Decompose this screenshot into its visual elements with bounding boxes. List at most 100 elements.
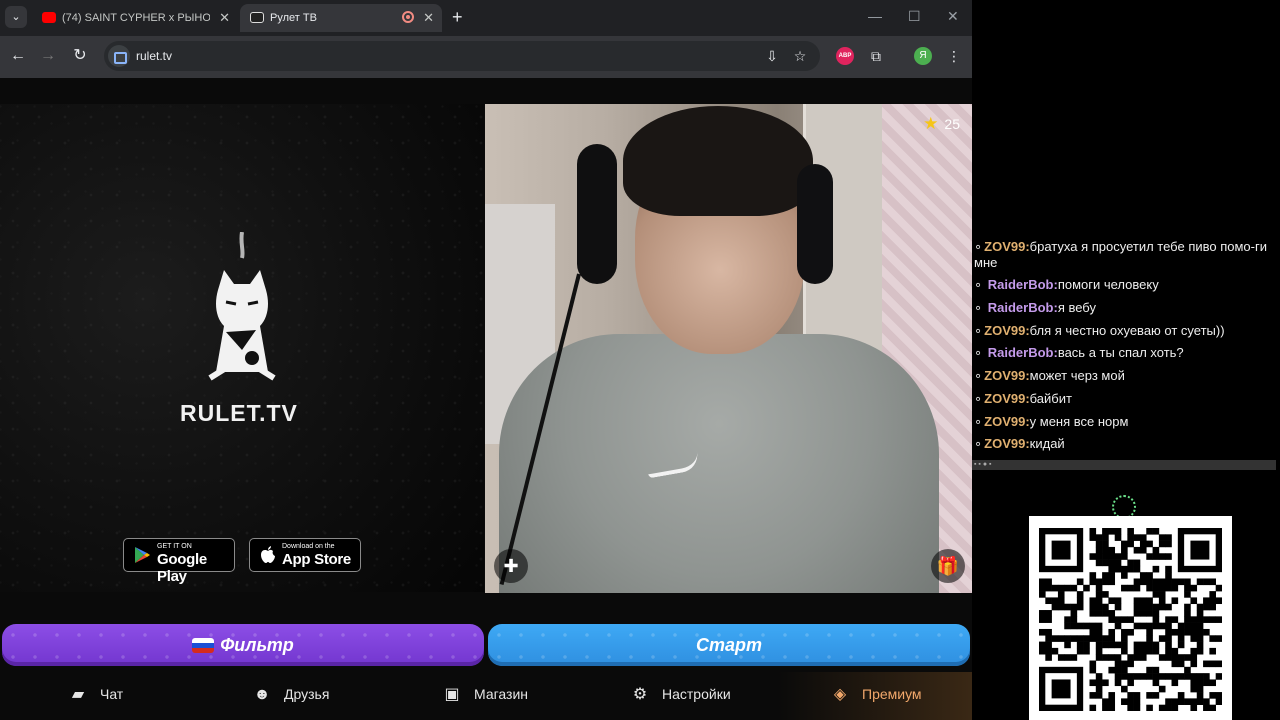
- bottom-nav: ▰ Чат ☻ Друзья ▣ Магазин ⚙ Настройки ◈ Премиу…: [0, 672, 972, 720]
- bullet-icon: ∘: [974, 239, 983, 254]
- reload-button[interactable]: ↻: [70, 46, 90, 66]
- store-big-text: Google Play: [157, 551, 207, 585]
- chat-text: байбит: [1029, 391, 1072, 406]
- star-count: ★ 25: [923, 114, 960, 134]
- bullet-icon: ∘: [974, 368, 983, 383]
- store-small-text: GET IT ON: [157, 543, 192, 550]
- chat-text: бля я честно охуеваю от суеты)): [1029, 323, 1225, 338]
- start-label: Старт: [695, 635, 762, 655]
- chat-message: ∘ ZOV99:у меня все норм: [974, 414, 1272, 430]
- chat-text: кидай: [1029, 436, 1065, 451]
- store-small-text: Download on the: [282, 543, 335, 550]
- star-count-value: 25: [944, 116, 960, 132]
- nav-label: Премиум: [862, 686, 922, 702]
- qr-code-image: [1039, 528, 1222, 711]
- close-icon[interactable]: ✕: [423, 10, 434, 26]
- bullet-icon: ∘: [974, 391, 983, 406]
- gift-icon[interactable]: 🎁: [931, 549, 965, 583]
- close-icon[interactable]: ✕: [219, 10, 230, 26]
- browser-chrome: ⌄ (74) SAINT CYPHER x РЫНОЧН ✕ Рулет ТВ …: [0, 0, 972, 78]
- cat-logo: [208, 232, 276, 381]
- recording-icon: [402, 11, 414, 23]
- window-close-button[interactable]: ✕: [947, 8, 959, 25]
- chat-message: ∘ ZOV99:братуха я просуетил тебе пиво пом…: [974, 239, 1272, 271]
- bullet-icon: ∘: [974, 323, 983, 338]
- tab-youtube[interactable]: (74) SAINT CYPHER x РЫНОЧН ✕: [32, 4, 238, 32]
- tab-title: (74) SAINT CYPHER x РЫНОЧН: [62, 12, 210, 24]
- adblock-icon[interactable]: ABP: [836, 47, 854, 65]
- chat-text: я вебу: [1057, 300, 1096, 315]
- person-body: [499, 334, 939, 593]
- extensions-icon[interactable]: ⧉: [866, 46, 886, 66]
- video-feed: ★ 25 ✚ 🎁: [485, 104, 972, 593]
- store-big-text: App Store: [282, 551, 351, 568]
- chat-nick: ZOV99:: [984, 323, 1030, 338]
- chat-message: ∘ ZOV99:байбит: [974, 391, 1272, 407]
- nav-settings[interactable]: ⚙ Настройки: [630, 682, 731, 706]
- menu-icon[interactable]: ⋮: [944, 46, 964, 66]
- chat-status-bar: ▪ ▪ ● ▪: [972, 460, 1276, 470]
- status-icons: ▪ ▪ ● ▪: [974, 461, 992, 468]
- chat-message: ∘ RaiderBob:помоги человеку: [974, 277, 1272, 293]
- nav-friends[interactable]: ☻ Друзья: [252, 682, 330, 706]
- bullet-icon: ∘: [974, 300, 986, 315]
- chat-nick: RaiderBob:: [987, 277, 1058, 292]
- chat-message: ∘ ZOV99:кидай: [974, 436, 1272, 452]
- nav-shop[interactable]: ▣ Магазин: [442, 682, 528, 706]
- nav-label: Чат: [100, 686, 124, 702]
- chat-message: ∘ RaiderBob:я вебу: [974, 300, 1272, 316]
- stream-overlay: ∘ ZOV99:братуха я просуетил тебе пиво пом…: [972, 0, 1280, 720]
- nav-premium[interactable]: ◈ Премиум: [830, 682, 922, 706]
- filter-button[interactable]: Фильтр: [2, 624, 484, 666]
- bullet-icon: ∘: [974, 414, 983, 429]
- friends-icon: ☻: [253, 686, 271, 703]
- tab-search-button[interactable]: ⌄: [5, 6, 27, 28]
- apple-icon: [261, 546, 275, 563]
- tab-title: Рулет ТВ: [270, 12, 317, 24]
- app-store-badge[interactable]: Download on the App Store: [249, 538, 361, 572]
- headphones: [797, 164, 833, 284]
- chat-text: вась а ты спал хоть?: [1057, 345, 1184, 360]
- russian-flag-icon: [192, 638, 215, 653]
- back-button[interactable]: ←: [8, 46, 28, 66]
- headphones: [577, 144, 617, 284]
- google-play-badge[interactable]: GET IT ON Google Play: [123, 538, 235, 585]
- address-bar[interactable]: rulet.tv ⇩ ☆: [104, 41, 820, 71]
- chat-message: ∘ ZOV99:бля я честно охуеваю от суеты)): [974, 323, 1272, 339]
- chat-nick: RaiderBob:: [987, 300, 1058, 315]
- qr-code: [1029, 516, 1232, 720]
- shop-icon: ▣: [444, 686, 460, 703]
- nav-chat[interactable]: ▰ Чат: [68, 682, 123, 706]
- nav-label: Настройки: [662, 686, 731, 702]
- chat-text: у меня все норм: [1029, 414, 1129, 429]
- bullet-icon: ∘: [974, 277, 986, 292]
- person-hair: [623, 106, 813, 216]
- star-icon: ★: [923, 114, 939, 133]
- chat-message: ∘ ZOV99:может черз мой: [974, 368, 1272, 384]
- bullet-icon: ∘: [974, 345, 986, 360]
- nav-label: Магазин: [474, 686, 529, 702]
- bookmark-star-icon[interactable]: ☆: [790, 46, 810, 66]
- brand-panel: RULET.TV GET IT ON Google Play Download …: [0, 104, 484, 592]
- chat-nick: ZOV99:: [984, 391, 1030, 406]
- forward-button[interactable]: →: [38, 46, 58, 66]
- brand-name: RULET.TV: [180, 400, 298, 426]
- chat-nick: ZOV99:: [984, 414, 1030, 429]
- install-app-icon[interactable]: ⇩: [762, 46, 782, 66]
- browser-toolbar: ← → ↻ rulet.tv ⇩ ☆ ABP ⧉ Я ⋮: [0, 36, 972, 78]
- filter-label: Фильтр: [220, 635, 294, 655]
- gear-icon: ⚙: [632, 686, 648, 703]
- gamepad-icon[interactable]: ✚: [494, 549, 528, 583]
- chat-panel: ∘ ZOV99:братуха я просуетил тебе пиво пом…: [972, 236, 1280, 460]
- maximize-button[interactable]: ☐: [908, 8, 921, 25]
- chat-nick: ZOV99:: [984, 239, 1030, 254]
- start-button[interactable]: Старт: [488, 624, 970, 666]
- tab-rulet[interactable]: Рулет ТВ ✕: [240, 4, 442, 32]
- profile-avatar[interactable]: Я: [914, 47, 932, 65]
- new-tab-button[interactable]: +: [452, 6, 463, 28]
- chat-nick: ZOV99:: [984, 436, 1030, 451]
- rulet-icon: [250, 12, 264, 23]
- minimize-button[interactable]: —: [868, 8, 882, 24]
- site-info-icon[interactable]: [108, 45, 130, 67]
- chat-icon: ▰: [71, 686, 85, 703]
